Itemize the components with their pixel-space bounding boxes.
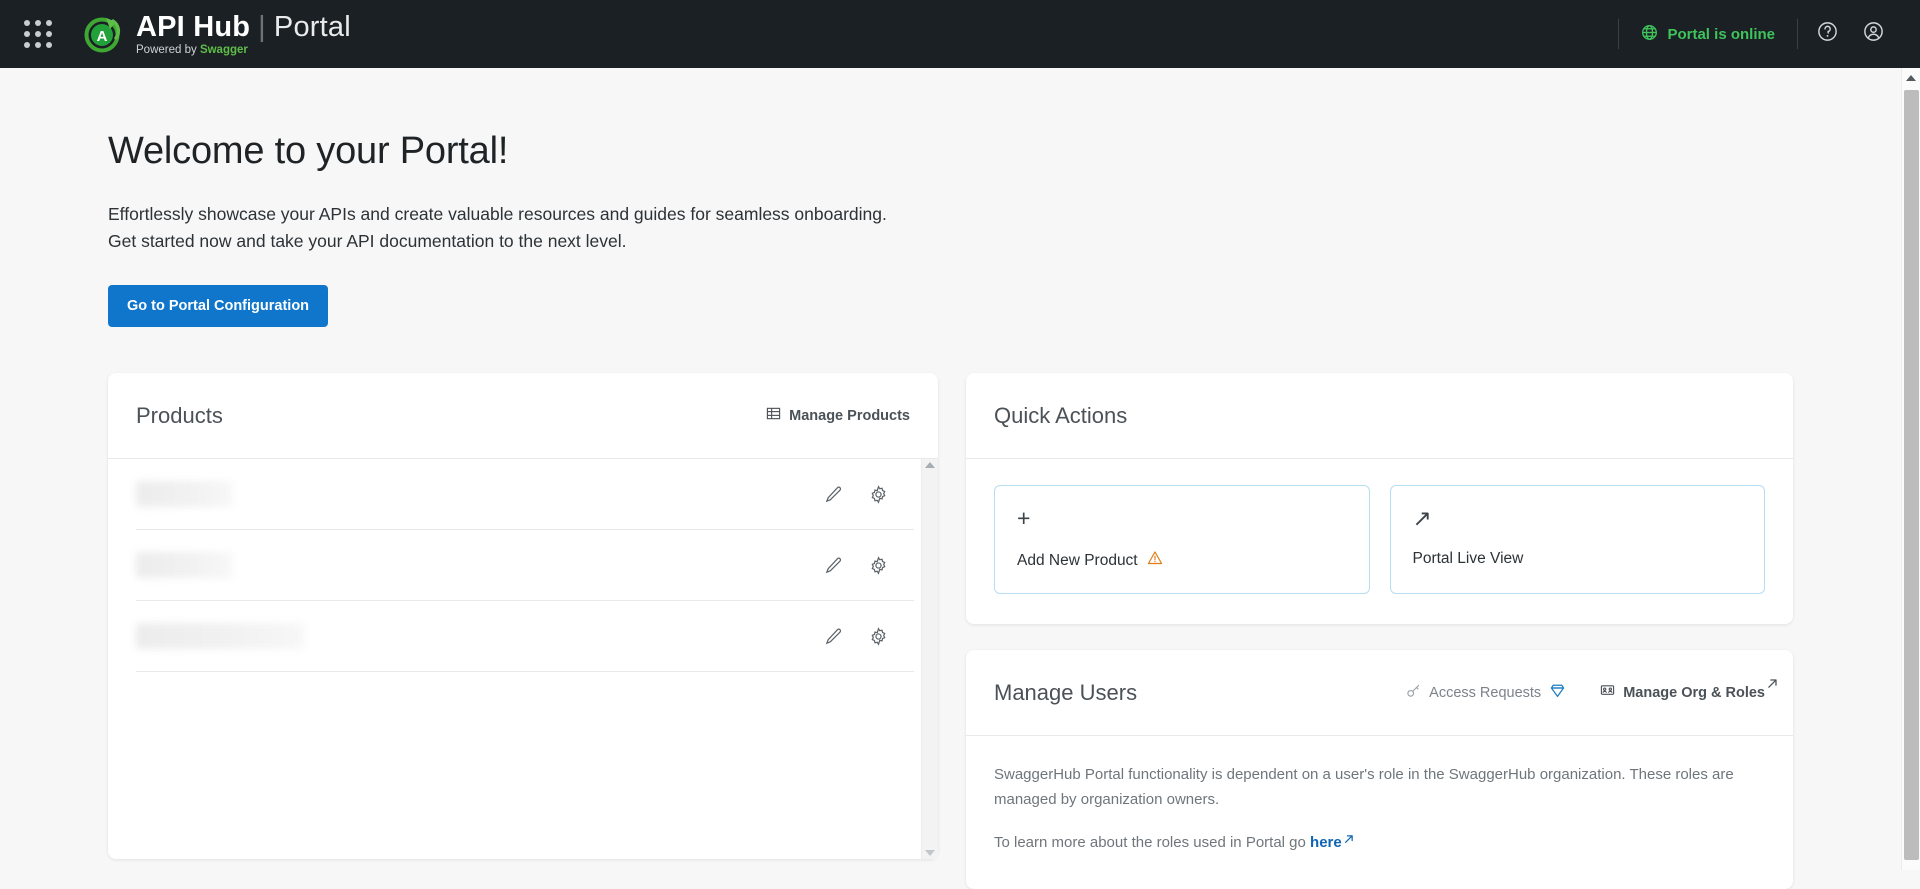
products-card-title: Products — [136, 402, 223, 428]
manage-users-header: Manage Users Access Requests Manage Org … — [966, 650, 1793, 736]
manage-users-paragraph-2: To learn more about the roles used in Po… — [994, 830, 1734, 855]
brand-name: API Hub — [136, 11, 251, 44]
account-circle-icon — [1862, 20, 1885, 48]
org-roles-icon — [1600, 683, 1615, 702]
portal-status-button[interactable]: Portal is online — [1625, 24, 1791, 45]
product-name-redacted — [136, 481, 232, 507]
external-link-arrow-icon — [1767, 677, 1778, 693]
add-new-product-label: Add New Product — [1017, 551, 1138, 569]
row-actions — [824, 626, 914, 646]
products-scrollbar[interactable] — [921, 459, 938, 859]
portal-live-view-tile[interactable]: ↗ Portal Live View — [1389, 485, 1765, 594]
add-new-product-tile[interactable]: + Add New Product — [994, 485, 1370, 594]
manage-users-card: Manage Users Access Requests Manage Org … — [966, 650, 1793, 889]
main-viewport: Welcome to your Portal! Effortlessly sho… — [0, 68, 1920, 889]
table-icon — [766, 406, 781, 425]
product-name-redacted — [136, 552, 232, 578]
dashboard-cards: Products Manage Products Quick Actions +… — [108, 373, 1920, 889]
warning-triangle-icon — [1147, 550, 1163, 571]
access-requests-label: Access Requests — [1429, 684, 1542, 701]
diamond-premium-icon — [1549, 682, 1566, 703]
svg-text:A: A — [97, 28, 108, 45]
pencil-icon[interactable] — [824, 485, 843, 504]
manage-users-title: Manage Users — [994, 679, 1138, 705]
scroll-down-arrow-icon[interactable] — [925, 850, 935, 856]
products-card-header: Products Manage Products — [108, 373, 938, 459]
manage-products-link[interactable]: Manage Products — [766, 406, 910, 425]
manage-org-roles-link[interactable]: Manage Org & Roles — [1600, 679, 1777, 702]
brand-logo[interactable]: A API Hub | Portal Powered by Swagger — [80, 12, 351, 56]
manage-users-header-actions: Access Requests Manage Org & Roles — [1406, 679, 1777, 703]
welcome-description: Effortlessly showcase your APIs and crea… — [108, 201, 1008, 255]
header-actions: Portal is online — [1612, 0, 1920, 68]
products-header-actions: Manage Products — [766, 406, 910, 425]
header-divider-right — [1797, 19, 1798, 49]
quick-actions-body: + Add New Product ↗ Portal Live View — [966, 459, 1793, 624]
quick-actions-title: Quick Actions — [994, 402, 1128, 428]
table-row[interactable] — [136, 601, 914, 672]
quick-actions-header: Quick Actions — [966, 373, 1793, 459]
header-divider-left — [1618, 19, 1620, 49]
page-scroll-thumb[interactable] — [1904, 90, 1919, 860]
page-content: Welcome to your Portal! Effortlessly sho… — [0, 130, 1920, 889]
row-actions — [824, 484, 914, 504]
plus-icon: + — [1017, 505, 1031, 531]
portal-live-view-label-row: Portal Live View — [1413, 550, 1743, 568]
row-actions — [824, 555, 914, 575]
table-row[interactable] — [136, 459, 914, 530]
account-button[interactable] — [1850, 11, 1896, 57]
app-header: A API Hub | Portal Powered by Swagger Po… — [0, 0, 1920, 68]
swagger-word: Swagger — [199, 43, 248, 56]
arrow-up-right-icon: ↗ — [1412, 505, 1432, 531]
scroll-up-arrow-icon[interactable] — [1902, 68, 1920, 88]
product-name-redacted — [136, 623, 304, 649]
gear-icon[interactable] — [869, 626, 888, 646]
add-new-product-label-row: Add New Product — [1017, 550, 1347, 571]
pencil-icon[interactable] — [824, 556, 843, 575]
manage-products-label: Manage Products — [789, 407, 910, 424]
quick-actions-card: Quick Actions + Add New Product ↗ Portal… — [966, 373, 1793, 624]
access-requests-link[interactable]: Access Requests — [1406, 682, 1566, 703]
key-icon — [1406, 683, 1421, 702]
right-column: Quick Actions + Add New Product ↗ Portal… — [966, 373, 1793, 889]
products-column: Products Manage Products — [108, 373, 938, 889]
help-button[interactable] — [1804, 11, 1850, 57]
go-to-portal-configuration-button[interactable]: Go to Portal Configuration — [108, 285, 329, 327]
powered-by-text: Powered by — [136, 43, 200, 56]
portal-live-view-label: Portal Live View — [1412, 550, 1524, 567]
globe-icon — [1641, 24, 1658, 45]
apps-grid-button[interactable] — [10, 6, 66, 62]
here-link-label: here — [1310, 834, 1342, 851]
brand-separator: | — [258, 11, 266, 44]
manage-users-paragraph-1: SwaggerHub Portal functionality is depen… — [994, 766, 1734, 808]
pencil-icon[interactable] — [824, 627, 843, 646]
page-title: Welcome to your Portal! — [108, 130, 509, 172]
portal-status-label: Portal is online — [1667, 25, 1775, 43]
page-scrollbar[interactable] — [1901, 68, 1920, 870]
brand-subtitle: Powered by Swagger — [136, 44, 351, 56]
external-link-arrow-icon — [1344, 827, 1354, 852]
manage-users-body: SwaggerHub Portal functionality is depen… — [966, 736, 1793, 889]
roles-learn-more-text: To learn more about the roles used in Po… — [994, 834, 1311, 851]
products-list-container — [108, 459, 938, 859]
gear-icon[interactable] — [869, 484, 888, 504]
apps-grid-icon — [24, 20, 52, 48]
api-hub-logo-icon: A — [80, 12, 124, 56]
here-link[interactable]: here — [1310, 834, 1353, 851]
brand-title: API Hub | Portal — [136, 12, 351, 42]
help-circle-icon — [1816, 20, 1839, 48]
welcome-line-2: Get started now and take your API docume… — [108, 231, 627, 251]
manage-org-roles-label: Manage Org & Roles — [1623, 684, 1765, 701]
products-card: Products Manage Products — [108, 373, 938, 859]
brand-product: Portal — [273, 11, 351, 44]
gear-icon[interactable] — [869, 555, 888, 575]
table-row[interactable] — [136, 530, 914, 601]
products-list — [108, 459, 938, 859]
scroll-up-arrow-icon[interactable] — [925, 462, 935, 468]
welcome-line-1: Effortlessly showcase your APIs and crea… — [108, 204, 887, 224]
